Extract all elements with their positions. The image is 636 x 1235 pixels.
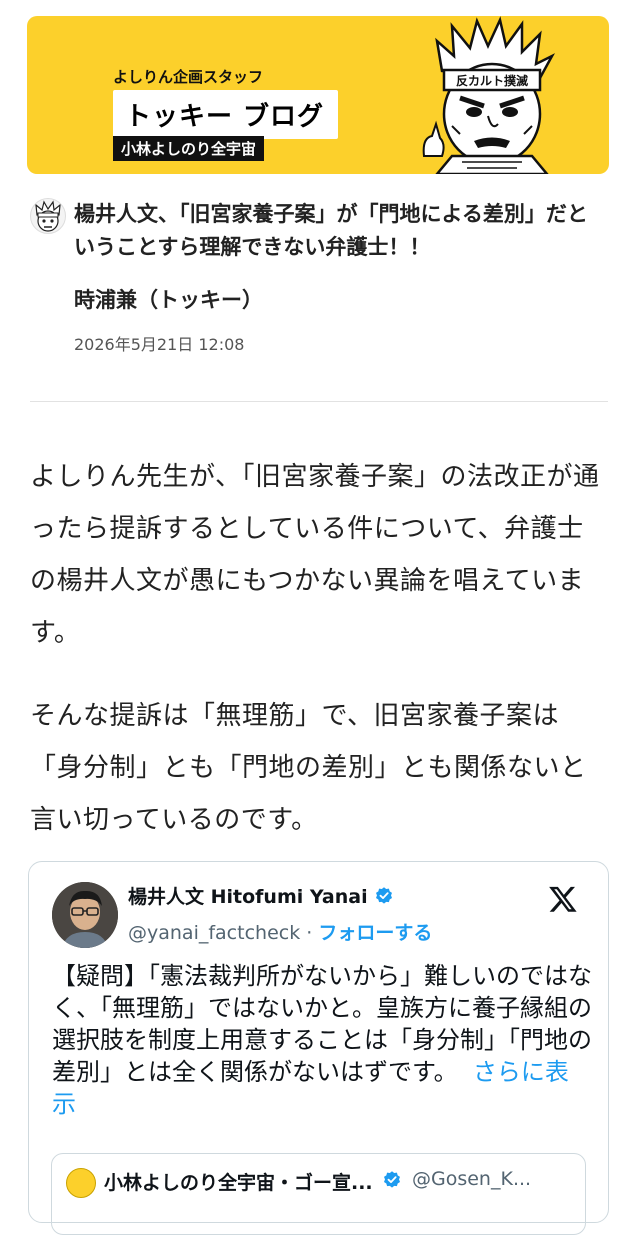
quoted-author-avatar[interactable] bbox=[66, 1168, 96, 1198]
verified-badge-icon bbox=[384, 1171, 400, 1188]
author-avatar[interactable] bbox=[30, 198, 66, 234]
banner-title: トッキー ブログ bbox=[125, 102, 325, 132]
x-logo-icon[interactable] bbox=[547, 884, 579, 914]
article-date: 2026年5月21日 12:08 bbox=[74, 335, 245, 354]
article-author[interactable]: 時浦兼（トッキー） bbox=[74, 284, 263, 314]
banner-tag: 小林よしのり全宇宙 bbox=[113, 136, 265, 161]
tweet-author-row: 楊井人文 Hitofumi Yanai bbox=[128, 882, 394, 909]
mascot-headband-text: 反カルト撲滅 bbox=[456, 73, 528, 88]
mascot-illustration: 反カルト撲滅 bbox=[422, 16, 556, 174]
article-headline: 楊井人文、「旧宮家養子案」が「門地による差別」だということすら理解できない弁護士… bbox=[74, 202, 588, 259]
embedded-tweet[interactable]: 楊井人文 Hitofumi Yanai @yanai_factcheck · フ… bbox=[28, 861, 609, 1235]
divider bbox=[30, 401, 608, 402]
banner-title-box: トッキー ブログ bbox=[113, 90, 339, 139]
article-paragraph: よしりん先生が、「旧宮家養子案」の法改正が通ったら提訴するとしている件について、… bbox=[30, 462, 600, 648]
banner-subtitle: よしりん企画スタッフ bbox=[113, 68, 264, 86]
quoted-author-handle[interactable]: @Gosen_K... bbox=[412, 1168, 531, 1190]
quoted-author-name[interactable]: 小林よしのり全宇宙・ゴー宣... bbox=[104, 1168, 373, 1195]
verified-badge-icon bbox=[375, 886, 392, 904]
tweet-handle-row: @yanai_factcheck · フォローする bbox=[128, 918, 432, 945]
article-paragraph: そんな提訴は「無理筋」で、旧宮家養子案は「身分制」とも「門地の差別」とも関係ない… bbox=[30, 701, 587, 835]
tweet-author-avatar[interactable] bbox=[52, 882, 118, 948]
follow-button[interactable]: フォローする bbox=[318, 922, 432, 944]
tweet-text: 【疑問】「憲法裁判所がないから」難しいのではなく、「無理筋」ではないかと。皇族方… bbox=[52, 960, 592, 1120]
tweet-author-name[interactable]: 楊井人文 Hitofumi Yanai bbox=[128, 882, 368, 909]
handle-separator: · bbox=[306, 922, 313, 944]
tweet-author-handle[interactable]: @yanai_factcheck bbox=[128, 922, 300, 944]
quoted-tweet[interactable]: 小林よしのり全宇宙・ゴー宣... @Gosen_K... bbox=[51, 1153, 586, 1235]
blog-banner[interactable]: よしりん企画スタッフ トッキー ブログ 小林よしのり全宇宙 反カルト撲滅 bbox=[27, 16, 609, 174]
